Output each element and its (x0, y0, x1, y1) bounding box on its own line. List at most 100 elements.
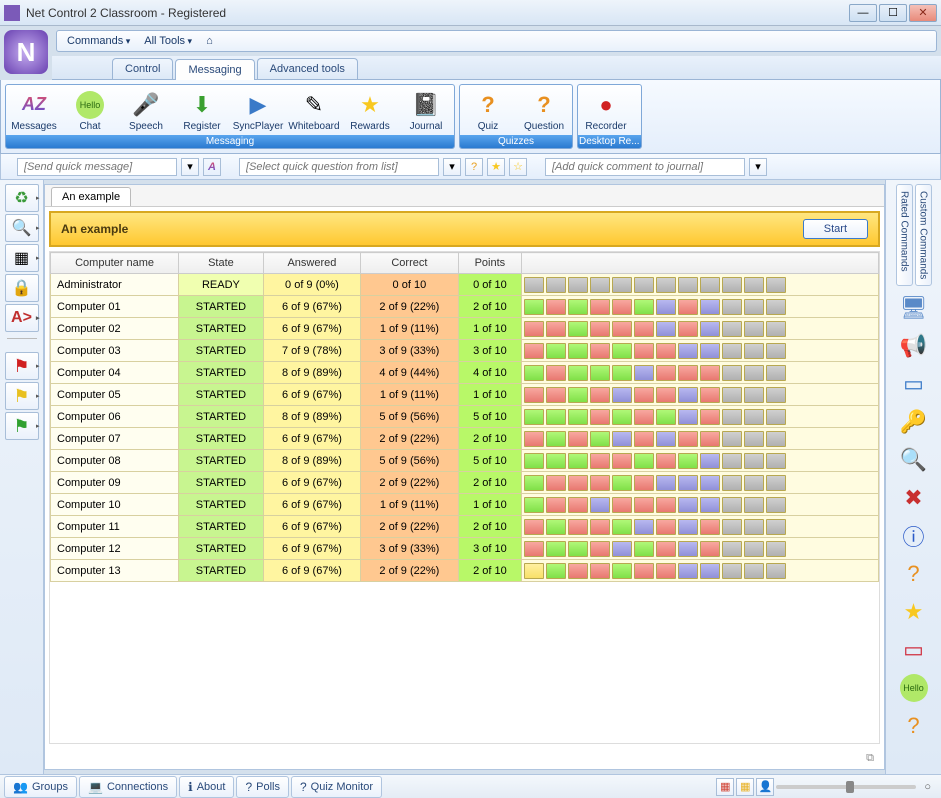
column-header[interactable]: Answered (263, 253, 360, 274)
ribbon-quiz[interactable]: ?Quiz (460, 85, 516, 135)
table-row[interactable]: Computer 06STARTED8 of 9 (89%)5 of 9 (56… (51, 406, 879, 428)
font-icon[interactable]: A (203, 158, 221, 176)
zoom-slider[interactable] (776, 785, 916, 789)
column-header[interactable]: State (179, 253, 264, 274)
quick-comment-input[interactable] (545, 158, 745, 176)
keys-icon[interactable]: 🔑 (896, 406, 932, 438)
rated-commands-tab[interactable]: Rated Commands (896, 184, 913, 286)
ribbon-syncplayer[interactable]: ▶SyncPlayer (230, 85, 286, 135)
help-icon[interactable]: ? (896, 558, 932, 590)
screen-icon[interactable]: ▭ (896, 368, 932, 400)
start-button[interactable]: Start (803, 219, 868, 239)
ribbon-journal[interactable]: 📓Journal (398, 85, 454, 135)
grid-icon[interactable]: ▦▸ (5, 244, 39, 272)
answer-dot (678, 431, 698, 447)
table-row[interactable]: Computer 04STARTED8 of 9 (89%)4 of 9 (44… (51, 362, 879, 384)
thumb-yellow-icon[interactable]: ▦ (736, 778, 754, 796)
star-icon[interactable]: ★ (487, 158, 505, 176)
table-row[interactable]: Computer 09STARTED6 of 9 (67%)2 of 9 (22… (51, 472, 879, 494)
tab-control[interactable]: Control (112, 58, 173, 79)
quick-question-input[interactable] (239, 158, 439, 176)
answer-dot (590, 409, 610, 425)
maximize-button[interactable]: ☐ (879, 4, 907, 22)
question-icon[interactable]: ? (465, 158, 483, 176)
status-tab-quiz monitor[interactable]: ?Quiz Monitor (291, 776, 382, 798)
status-tab-groups[interactable]: 👥Groups (4, 776, 77, 798)
user-icon[interactable]: 👤 (756, 778, 774, 796)
cell-name: Computer 11 (51, 516, 179, 538)
custom-commands-tab[interactable]: Custom Commands (915, 184, 932, 286)
answer-dot (568, 475, 588, 491)
cancel-icon[interactable]: ✖ (896, 482, 932, 514)
yellow-flag-icon[interactable]: ⚑▸ (5, 382, 39, 410)
ribbon-speech[interactable]: 🎤Speech (118, 85, 174, 135)
cell-answered: 6 of 9 (67%) (263, 384, 360, 406)
minimize-button[interactable]: — (849, 4, 877, 22)
table-row[interactable]: Computer 07STARTED6 of 9 (67%)2 of 9 (22… (51, 428, 879, 450)
status-tab-polls[interactable]: ?Polls (236, 776, 289, 798)
info-icon[interactable]: ⓘ (896, 520, 932, 552)
lock-icon[interactable]: 🔒 (5, 274, 39, 302)
chat-icon[interactable]: Hello (896, 672, 932, 704)
ribbon-rewards[interactable]: ★Rewards (342, 85, 398, 135)
tab-advanced[interactable]: Advanced tools (257, 58, 358, 79)
answer-dot (656, 321, 676, 337)
refresh-icon[interactable]: ♻▸ (5, 184, 39, 212)
column-header[interactable]: Points (458, 253, 522, 274)
status-tab-connections[interactable]: 💻Connections (79, 776, 177, 798)
commands-menu[interactable]: Commands (63, 33, 134, 49)
content-tab[interactable]: An example (51, 187, 131, 206)
cell-state: STARTED (179, 340, 264, 362)
answer-dot (678, 277, 698, 293)
app-logo[interactable]: N (4, 30, 48, 74)
all-tools-menu[interactable]: All Tools (140, 33, 196, 49)
ribbon-recorder[interactable]: ●Recorder (578, 85, 634, 135)
monitor-icon[interactable]: 🖥 (896, 292, 932, 324)
ribbon-question[interactable]: ?Question (516, 85, 572, 135)
broadcast-icon[interactable]: 📢 (896, 330, 932, 362)
search-doc-icon[interactable]: 🔍 (896, 444, 932, 476)
star-outline-icon[interactable]: ☆ (509, 158, 527, 176)
home-icon[interactable]: ⌂ (202, 33, 217, 49)
card-icon[interactable]: ▭ (896, 634, 932, 666)
answer-dot (590, 563, 610, 579)
answer-dot (700, 475, 720, 491)
text-size-icon[interactable]: A>▸ (5, 304, 39, 332)
search-icon[interactable]: 🔍▸ (5, 214, 39, 242)
ribbon-chat[interactable]: HelloChat (62, 85, 118, 135)
tab-messaging[interactable]: Messaging (175, 59, 254, 80)
answer-dot (590, 299, 610, 315)
green-flag-icon[interactable]: ⚑▸ (5, 412, 39, 440)
table-row[interactable]: Computer 13STARTED6 of 9 (67%)2 of 9 (22… (51, 560, 879, 582)
dropdown-icon[interactable]: ▾ (181, 158, 199, 176)
star-icon[interactable]: ★ (896, 596, 932, 628)
answer-dot (546, 519, 566, 535)
column-header[interactable]: Computer name (51, 253, 179, 274)
close-button[interactable]: ✕ (909, 4, 937, 22)
cell-answers (522, 538, 879, 560)
red-flag-icon[interactable]: ⚑▸ (5, 352, 39, 380)
answer-dot (678, 563, 698, 579)
ribbon-messages[interactable]: AZMessages (6, 85, 62, 135)
answer-dot (656, 431, 676, 447)
column-header[interactable]: Correct (361, 253, 458, 274)
ribbon-whiteboard[interactable]: ✎Whiteboard (286, 85, 342, 135)
table-row[interactable]: Computer 08STARTED8 of 9 (89%)5 of 9 (56… (51, 450, 879, 472)
status-tab-about[interactable]: ℹAbout (179, 776, 234, 798)
table-row[interactable]: Computer 05STARTED6 of 9 (67%)1 of 9 (11… (51, 384, 879, 406)
quick-message-input[interactable] (17, 158, 177, 176)
column-header[interactable] (522, 253, 879, 274)
thumb-red-icon[interactable]: ▦ (716, 778, 734, 796)
ribbon-register[interactable]: ⬇Register (174, 85, 230, 135)
table-row[interactable]: Computer 01STARTED6 of 9 (67%)2 of 9 (22… (51, 296, 879, 318)
table-row[interactable]: Computer 11STARTED6 of 9 (67%)2 of 9 (22… (51, 516, 879, 538)
dropdown-icon[interactable]: ▾ (749, 158, 767, 176)
answer-dot (590, 431, 610, 447)
table-row[interactable]: Computer 10STARTED6 of 9 (67%)1 of 9 (11… (51, 494, 879, 516)
quiz-icon[interactable]: ? (896, 710, 932, 742)
dropdown-icon[interactable]: ▾ (443, 158, 461, 176)
table-row[interactable]: Computer 02STARTED6 of 9 (67%)1 of 9 (11… (51, 318, 879, 340)
table-row[interactable]: Computer 12STARTED6 of 9 (67%)3 of 9 (33… (51, 538, 879, 560)
table-row[interactable]: Computer 03STARTED7 of 9 (78%)3 of 9 (33… (51, 340, 879, 362)
table-row[interactable]: AdministratorREADY0 of 9 (0%)0 of 100 of… (51, 274, 879, 296)
